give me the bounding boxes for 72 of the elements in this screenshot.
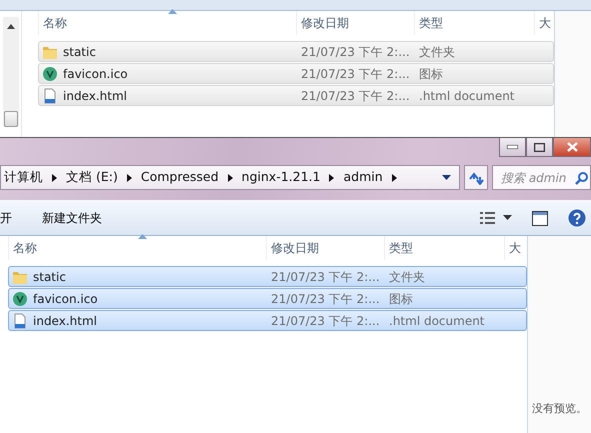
address-bar[interactable]: 计算机 文档 (E:) Compressed nginx-1.21.1 admin [0,165,460,190]
scroll-bar[interactable] [2,17,18,127]
chevron-icon[interactable] [126,174,132,182]
minimize-button[interactable] [499,138,526,157]
sort-arrow-icon [138,234,146,239]
file-row[interactable]: index.html 21/07/23 下午 2:... .html document [8,310,527,331]
file-name: favicon.ico [33,290,98,308]
close-button[interactable] [553,138,591,157]
file-type: .html document [388,312,486,330]
chevron-icon[interactable] [52,174,57,182]
file-row[interactable]: favicon.ico 21/07/23 下午 2:... 图标 [38,63,554,84]
help-button[interactable] [568,208,586,227]
file-row[interactable]: index.html 21/07/23 下午 2:... .html document [38,85,554,106]
toolbar-button[interactable]: 开 [0,208,12,226]
column-header[interactable]: 修改日期 [296,11,414,35]
file-name: index.html [33,312,97,330]
document-icon [12,312,28,328]
file-type: 文件夹 [388,268,426,286]
file-date: 21/07/23 下午 2:... [300,88,411,104]
breadcrumb[interactable]: Compressed [138,168,222,187]
refresh-icon [468,170,484,184]
file-name: favicon.ico [63,66,128,82]
app-icon [12,290,28,306]
file-type: .html document [418,88,516,104]
chevron-icon[interactable] [392,174,397,182]
sort-arrow-icon [168,9,176,14]
view-button[interactable] [480,212,512,224]
help-icon [568,208,586,227]
preview-message: 没有预览。 [532,400,587,416]
file-type: 文件夹 [418,44,456,60]
document-icon [42,88,58,104]
refresh-button[interactable] [464,165,488,190]
maximize-button[interactable] [526,138,553,157]
column-header[interactable]: 名称 [8,236,266,260]
file-name: static [33,268,66,286]
column-header[interactable]: 类型 [414,11,534,35]
file-date: 21/07/23 下午 2:... [270,290,381,308]
file-name: static [63,44,96,60]
file-name: index.html [63,88,127,104]
file-row[interactable]: static 21/07/23 下午 2:... 文件夹 [38,41,554,62]
caret-icon [503,215,512,220]
list-view-icon [480,212,495,224]
chevron-icon[interactable] [228,174,233,182]
file-date: 21/07/23 下午 2:... [300,66,411,82]
file-type: 图标 [388,290,414,308]
preview-pane-button[interactable] [532,208,548,226]
file-type: 图标 [418,66,444,82]
file-date: 21/07/23 下午 2:... [270,312,381,330]
dropdown-icon[interactable] [442,175,451,180]
file-row[interactable]: favicon.ico 21/07/23 下午 2:... 图标 [8,288,527,309]
breadcrumb[interactable]: 计算机 [1,168,46,187]
chevron-icon[interactable] [329,174,334,182]
column-header[interactable]: 名称 [38,11,296,35]
close-icon [566,142,578,152]
scroll-up-icon[interactable] [6,23,14,29]
pane-icon [532,210,548,226]
file-row[interactable]: static 21/07/23 下午 2:... 文件夹 [8,266,527,287]
app-icon [42,66,58,82]
breadcrumb[interactable]: 文档 (E:) [63,168,121,187]
column-header[interactable]: 类型 [384,236,504,260]
file-date: 21/07/23 下午 2:... [270,268,381,286]
column-header[interactable]: 大 [534,11,554,35]
search-icon [575,171,589,185]
search-field[interactable]: 搜索 admin [492,165,591,190]
breadcrumb[interactable]: admin [340,168,386,187]
column-header[interactable]: 修改日期 [266,236,384,260]
toolbar-button[interactable]: 新建文件夹 [42,208,102,226]
file-date: 21/07/23 下午 2:... [300,44,411,60]
scroll-thumb[interactable] [4,111,18,127]
breadcrumb[interactable]: nginx-1.21.1 [238,168,324,187]
maximize-icon [534,142,545,152]
minimize-icon [507,145,518,149]
